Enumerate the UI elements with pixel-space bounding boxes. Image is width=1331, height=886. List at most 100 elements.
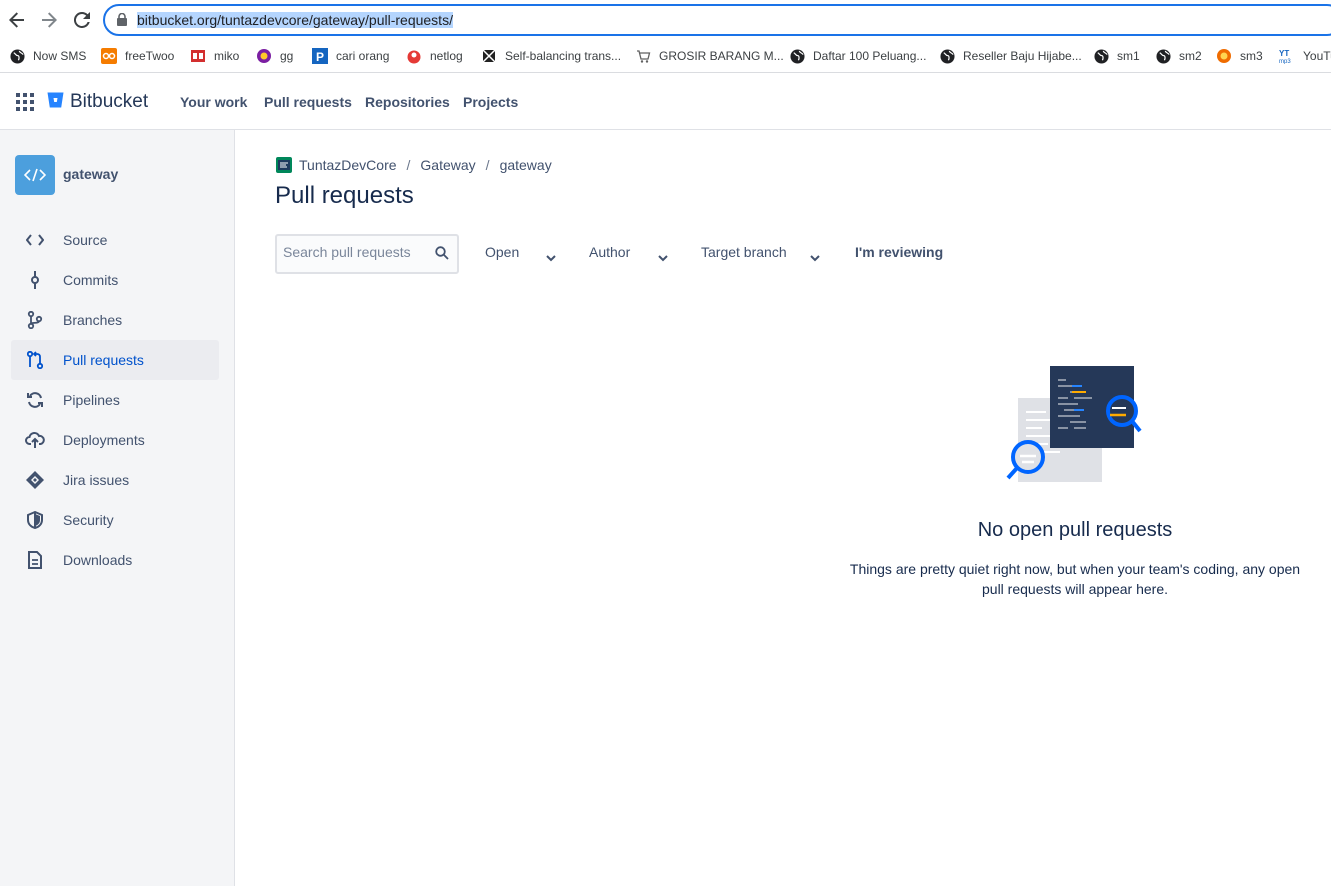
pipelines-icon	[23, 388, 47, 412]
bookmark-cari-orang[interactable]: P cari orang	[312, 47, 389, 65]
youtube-mp3-icon: YT mp3	[1279, 48, 1295, 64]
search-icon[interactable]	[435, 246, 449, 265]
lock-icon	[117, 12, 127, 31]
sidebar-item-label: Pull requests	[63, 352, 144, 368]
sidebar-item-label: Pipelines	[63, 392, 120, 408]
code-icon	[23, 228, 47, 252]
reload-icon[interactable]	[70, 8, 94, 32]
search-box[interactable]	[275, 234, 459, 274]
jira-icon	[23, 468, 47, 492]
app-switcher-icon[interactable]	[16, 93, 34, 116]
repo-name[interactable]: gateway	[63, 166, 118, 182]
sidebar-item-downloads[interactable]: Downloads	[11, 540, 219, 580]
address-bar[interactable]: bitbucket.org/tuntazdevcore/gateway/pull…	[103, 4, 1331, 36]
svg-text:P: P	[316, 50, 324, 64]
nav-repositories[interactable]: Repositories	[365, 94, 450, 110]
bookmark-netlog[interactable]: netlog	[406, 47, 463, 65]
bookmark-sm2[interactable]: sm2	[1155, 47, 1202, 65]
back-icon[interactable]	[5, 8, 29, 32]
breadcrumb-repository[interactable]: gateway	[500, 157, 552, 173]
bookmark-sm3[interactable]: sm3	[1216, 47, 1263, 65]
bookmark-reseller[interactable]: Reseller Baju Hijabe...	[939, 47, 1082, 65]
bookmark-daftar[interactable]: Daftar 100 Peluang...	[789, 47, 926, 65]
browser-toolbar: bitbucket.org/tuntazdevcore/gateway/pull…	[0, 0, 1331, 40]
miko-icon	[190, 48, 206, 64]
pull-request-icon	[23, 348, 47, 372]
branch-icon	[23, 308, 47, 332]
breadcrumb-workspace[interactable]: TuntazDevCore	[299, 157, 397, 173]
sidebar-item-branches[interactable]: Branches	[11, 300, 219, 340]
sidebar-item-label: Jira issues	[63, 472, 130, 488]
sidebar-item-label: Deployments	[63, 432, 145, 448]
sidebar-item-label: Branches	[63, 312, 123, 328]
svg-text:mp3: mp3	[1279, 59, 1291, 64]
nav-projects[interactable]: Projects	[463, 94, 518, 110]
bookmark-now-sms[interactable]: Now SMS	[9, 47, 86, 65]
nav-pull-requests[interactable]: Pull requests	[264, 94, 352, 110]
bookmark-self-balancing[interactable]: Self-balancing trans...	[481, 47, 621, 65]
target-branch-filter-label: Target branch	[701, 244, 787, 260]
breadcrumb-project[interactable]: Gateway	[420, 157, 475, 173]
author-filter-label: Author	[589, 244, 631, 260]
sidebar-item-pipelines[interactable]: Pipelines	[11, 380, 219, 420]
sidebar-item-security[interactable]: Security	[11, 500, 219, 540]
globe-icon	[939, 48, 955, 64]
search-input[interactable]	[283, 244, 433, 260]
empty-state-title: No open pull requests	[977, 519, 1173, 541]
robot-icon	[481, 48, 497, 64]
chevron-down-icon	[658, 249, 668, 265]
bookmarks-bar: Now SMS freeTwoo miko gg P cari orang ne…	[0, 40, 1331, 73]
globe-icon	[9, 48, 25, 64]
globe-icon	[789, 48, 805, 64]
empty-state-illustration	[1004, 364, 1146, 489]
sidebar-item-label: Security	[63, 512, 114, 528]
bookmark-miko[interactable]: miko	[190, 47, 239, 65]
netlog-icon	[406, 48, 422, 64]
forward-icon[interactable]	[37, 8, 61, 32]
breadcrumb-separator: /	[406, 157, 411, 173]
target-branch-filter[interactable]: Target branch	[701, 244, 823, 262]
breadcrumb-separator: /	[485, 157, 490, 173]
top-navigation: Bitbucket Your work Pull requests Reposi…	[0, 74, 1331, 130]
bookmark-youtube[interactable]: YTmp3 YouTu	[1279, 47, 1331, 65]
cart-icon	[635, 48, 651, 64]
bookmark-freetwoo[interactable]: freeTwoo	[101, 47, 174, 65]
commit-icon	[23, 268, 47, 292]
code-icon	[24, 168, 46, 182]
im-reviewing-filter[interactable]: I'm reviewing	[855, 244, 943, 260]
freetwoo-icon	[101, 48, 117, 64]
bitbucket-icon	[47, 92, 64, 113]
empty-state-description: Things are pretty quiet right now, but w…	[849, 561, 1301, 597]
nav-your-work[interactable]: Your work	[180, 94, 247, 110]
sidebar-item-commits[interactable]: Commits	[11, 260, 219, 300]
sidebar-item-source[interactable]: Source	[11, 220, 219, 260]
url-text: bitbucket.org/tuntazdevcore/gateway/pull…	[137, 12, 453, 28]
shield-icon	[23, 508, 47, 532]
svg-text:YT: YT	[1279, 49, 1289, 58]
bookmark-sm1[interactable]: sm1	[1093, 47, 1140, 65]
workspace-icon	[276, 157, 292, 173]
bookmark-grosir[interactable]: GROSIR BARANG M...	[635, 47, 784, 65]
sidebar-item-label: Downloads	[63, 552, 133, 568]
sm3-icon	[1216, 48, 1232, 64]
bookmark-gg[interactable]: gg	[256, 47, 293, 65]
product-name: Bitbucket	[70, 91, 149, 112]
document-icon	[23, 548, 47, 572]
author-filter[interactable]: Author	[589, 244, 669, 262]
globe-icon	[1093, 48, 1109, 64]
breadcrumb: TuntazDevCore / Gateway / gateway	[276, 157, 552, 173]
sidebar-item-deployments[interactable]: Deployments	[11, 420, 219, 460]
globe-icon	[1155, 48, 1171, 64]
p-icon: P	[312, 48, 328, 64]
chevron-down-icon	[810, 249, 820, 265]
repo-sidebar: gateway Source Commits Branches Pull req…	[0, 130, 235, 886]
sidebar-item-label: Commits	[63, 272, 119, 288]
sidebar-item-label: Source	[63, 232, 108, 248]
state-filter[interactable]: Open	[485, 244, 557, 262]
cloud-upload-icon	[23, 428, 47, 452]
sidebar-item-pull-requests[interactable]: Pull requests	[11, 340, 219, 380]
repo-avatar[interactable]	[15, 155, 55, 195]
bitbucket-logo[interactable]: Bitbucket	[47, 91, 148, 113]
page-title: Pull requests	[275, 182, 414, 209]
sidebar-item-jira-issues[interactable]: Jira issues	[11, 460, 219, 500]
